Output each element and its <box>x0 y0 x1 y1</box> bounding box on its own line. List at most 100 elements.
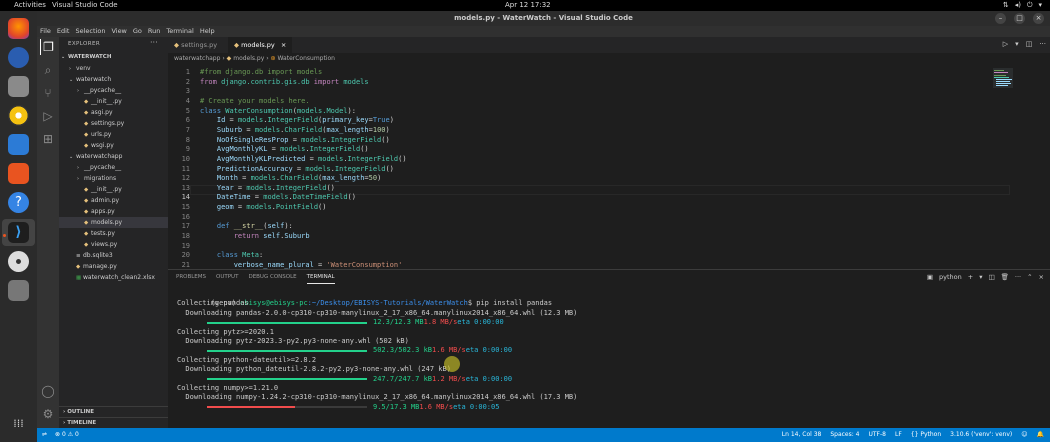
menu-selection[interactable]: Selection <box>75 26 105 37</box>
tree-item[interactable]: ≡ db.sqlite3 <box>59 250 168 261</box>
plus-icon[interactable]: + <box>968 273 973 281</box>
tree-item[interactable]: ⌄ waterwatchapp <box>59 151 168 162</box>
tree-item[interactable]: ◆ settings.py <box>59 118 168 129</box>
more-actions-icon[interactable]: ··· <box>1039 40 1046 48</box>
bell-icon[interactable]: 🔔 <box>1037 428 1044 442</box>
gear-icon[interactable]: ⚙ <box>40 406 56 422</box>
code-token: return <box>233 232 264 241</box>
files-icon[interactable] <box>8 76 29 97</box>
close-icon[interactable]: × <box>281 41 286 49</box>
tree-item[interactable]: ◆ wsgi.py <box>59 140 168 151</box>
tree-item[interactable]: › __pycache__ <box>59 85 168 96</box>
explorer-icon[interactable]: ❐ <box>40 39 56 55</box>
menu-file[interactable]: File <box>40 26 51 37</box>
errors-icon[interactable]: ⊗ 0 ⚠ 0 <box>55 428 79 442</box>
app-menu[interactable]: Visual Studio Code <box>52 0 118 11</box>
source-control-icon[interactable]: ⑂ <box>40 85 56 101</box>
remote-icon[interactable]: ⇌ <box>42 428 47 442</box>
run-icon[interactable]: ▷ <box>1003 40 1008 48</box>
code-editor[interactable]: 1 #from django.db import models 2 from djan… <box>168 64 1050 269</box>
rhythmbox-icon[interactable] <box>8 105 29 126</box>
maximize-panel-icon[interactable]: ⌃ <box>1027 273 1032 281</box>
tree-item[interactable]: ▦ waterwatch_clean2.xlsx <box>59 272 168 283</box>
tree-item[interactable]: ◆ admin.py <box>59 195 168 206</box>
menu-terminal[interactable]: Terminal <box>166 26 193 37</box>
more-actions-icon[interactable]: ··· <box>150 38 158 47</box>
search-icon[interactable]: ⌕ <box>40 62 56 78</box>
close-button[interactable]: × <box>1033 13 1044 24</box>
tree-item[interactable]: ◆ __init__.py <box>59 96 168 107</box>
account-icon[interactable]: ◯ <box>40 383 56 399</box>
menu-view[interactable]: View <box>111 26 126 37</box>
terminal[interactable]: (venv) ebisys@ebisys-pc:~/Desktop/EBISYS… <box>177 290 1037 425</box>
libreoffice-writer-icon[interactable] <box>8 134 29 155</box>
tree-item[interactable]: ◆ apps.py <box>59 206 168 217</box>
minimap[interactable] <box>993 68 1013 88</box>
chevron-right-icon: › <box>63 420 66 426</box>
tree-item[interactable]: ⌄ waterwatch <box>59 74 168 85</box>
breadcrumb-file[interactable]: models.py <box>233 55 264 62</box>
menu-run[interactable]: Run <box>148 26 160 37</box>
outline-section[interactable]: › OUTLINE <box>59 406 168 417</box>
encoding[interactable]: UTF-8 <box>869 428 887 442</box>
split-editor-icon[interactable]: ◫ <box>1026 40 1033 48</box>
tab-debug-console[interactable]: DEBUG CONSOLE <box>248 270 296 284</box>
tab-models[interactable]: ◆ models.py × <box>228 37 292 53</box>
breadcrumb-symbol[interactable]: WaterConsumption <box>277 55 334 62</box>
python-interpreter[interactable]: 3.10.6 ('venv': venv) <box>950 428 1012 442</box>
tab-problems[interactable]: PROBLEMS <box>176 270 206 284</box>
tree-item[interactable]: ◆ views.py <box>59 239 168 250</box>
tree-item[interactable]: › venv <box>59 63 168 74</box>
tab-output[interactable]: OUTPUT <box>216 270 238 284</box>
tree-item[interactable]: ◆ tests.py <box>59 228 168 239</box>
firefox-icon[interactable] <box>8 18 29 39</box>
status-left: ⇌ ⊗ 0 ⚠ 0 <box>42 428 79 442</box>
thunderbird-icon[interactable] <box>8 47 29 68</box>
timeline-section[interactable]: › TIMELINE <box>59 417 168 428</box>
breadcrumb-folder[interactable]: waterwatchapp <box>174 55 220 62</box>
minimize-button[interactable]: – <box>995 13 1006 24</box>
menu-edit[interactable]: Edit <box>57 26 70 37</box>
maximize-button[interactable]: □ <box>1014 13 1025 24</box>
split-terminal-icon[interactable]: ◫ <box>988 273 994 281</box>
end-of-line[interactable]: LF <box>895 428 902 442</box>
tab-terminal[interactable]: TERMINAL <box>306 270 335 284</box>
chevron-down-icon[interactable]: ▾ <box>979 273 982 281</box>
tab-settings[interactable]: ◆ settings.py <box>168 37 226 53</box>
language-mode[interactable]: {} Python <box>911 428 941 442</box>
disc-icon[interactable] <box>8 251 29 272</box>
menu-go[interactable]: Go <box>133 26 142 37</box>
tree-item[interactable]: ◆ asgi.py <box>59 107 168 118</box>
system-status-area[interactable]: ⇅ ◂) ⏻ ▾ <box>1003 0 1042 11</box>
menu-help[interactable]: Help <box>200 26 215 37</box>
tree-item[interactable]: › __pycache__ <box>59 162 168 173</box>
tree-item[interactable]: ◆ __init__.py <box>59 184 168 195</box>
code-text: class Meta: <box>200 251 263 261</box>
trash-icon[interactable] <box>8 280 29 301</box>
feedback-icon[interactable]: ☺ <box>1021 428 1027 442</box>
tree-item[interactable]: › migrations <box>59 173 168 184</box>
indentation[interactable]: Spaces: 4 <box>830 428 859 442</box>
extensions-icon[interactable]: ⊞ <box>40 131 56 147</box>
tree-item[interactable]: ⌄ WATERWATCH <box>59 52 168 63</box>
activities-button[interactable]: Activities <box>14 0 46 11</box>
help-icon[interactable]: ? <box>8 192 29 213</box>
line-number: 16 <box>181 212 190 221</box>
trash-icon[interactable]: 🗑 <box>1001 273 1009 281</box>
more-actions-icon[interactable]: ··· <box>1015 273 1021 281</box>
code-token: IntegerField <box>330 135 382 144</box>
run-debug-icon[interactable]: ▷ <box>40 108 56 124</box>
terminal-name[interactable]: python <box>939 273 962 281</box>
tree-item[interactable]: ◆ models.py <box>59 217 168 228</box>
code-token: Year <box>216 183 234 192</box>
software-center-icon[interactable] <box>8 163 29 184</box>
line-number: 8 <box>185 135 190 144</box>
show-apps-icon[interactable]: ⁞⁞⁞ <box>8 413 29 434</box>
cursor-position[interactable]: Ln 14, Col 38 <box>782 428 822 442</box>
vscode-icon[interactable]: ⟩ <box>8 222 29 243</box>
tree-item[interactable]: ◆ manage.py <box>59 261 168 272</box>
close-icon[interactable]: × <box>1039 273 1044 281</box>
chevron-down-icon[interactable]: ▾ <box>1015 40 1019 48</box>
clock[interactable]: Apr 12 17:32 <box>505 0 551 11</box>
tree-item[interactable]: ◆ urls.py <box>59 129 168 140</box>
